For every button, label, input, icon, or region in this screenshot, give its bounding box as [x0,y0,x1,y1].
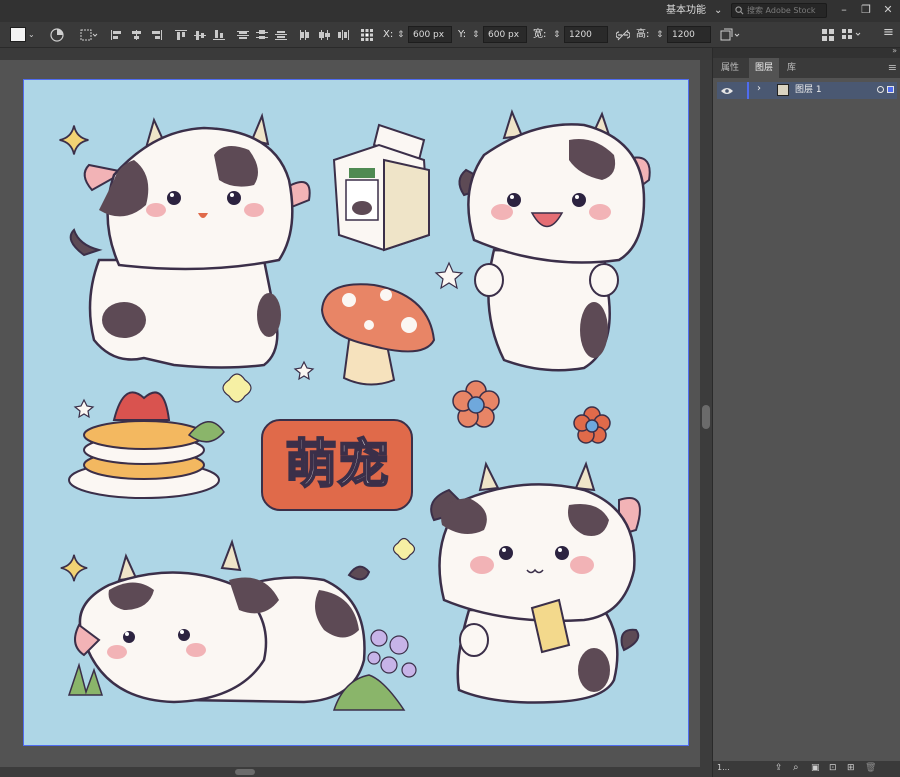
tab-properties[interactable]: 属性 [715,58,745,78]
new-sublayer-icon[interactable]: ⊡ [829,763,837,773]
x-label: X: [383,29,394,40]
collapse-panel-icon[interactable]: » [892,46,897,55]
width-stepper-icon[interactable]: ⇕ [553,26,561,44]
document-tab-strip [0,48,712,60]
milk-carton[interactable] [332,123,431,252]
cow-bottom-left[interactable] [67,538,417,711]
recolor-icon[interactable] [50,26,64,44]
height-label: 高: [636,29,650,40]
align-center-h-icon[interactable] [131,30,143,40]
flower-large[interactable] [452,380,500,428]
layers-panel: » 属性 图层 库 ≡ › 图层 1 1... ⇪ ⌕ ▣ ⊡ ⊞ 🗑 [712,46,900,777]
align-left-icon[interactable] [111,30,123,40]
locate-object-icon[interactable]: ⌕ [793,762,799,773]
flower-small[interactable] [573,406,611,444]
panel-options-icon[interactable] [842,26,864,44]
align-center-v-icon[interactable] [194,30,206,40]
blue-flower-cluster [367,629,417,678]
x-stepper-icon[interactable]: ⇕ [397,26,405,44]
minimize-icon[interactable]: – [832,1,856,19]
horizontal-scroll-thumb[interactable] [235,769,255,775]
align-top-icon[interactable] [175,30,187,40]
align-to-icon[interactable] [80,26,98,44]
trash-icon[interactable]: 🗑 [865,763,876,773]
restore-icon[interactable]: ❐ [854,1,878,19]
layer-row[interactable]: › 图层 1 [717,82,897,99]
sparkles [58,124,90,583]
y-field[interactable]: 600 px [483,26,527,43]
height-stepper-icon[interactable]: ⇕ [656,26,664,44]
panel-header: » [713,46,900,58]
chevron-right-icon[interactable]: › [757,83,761,94]
cow-top-left[interactable] [69,112,311,369]
reference-point-icon[interactable] [360,26,374,44]
panel-tabs: 属性 图层 库 ≡ [713,58,900,78]
title-badge[interactable]: 萌宠 [261,419,413,511]
panel-menu-icon[interactable]: ≡ [888,61,897,74]
distribute-right-icon[interactable] [337,30,349,40]
chevron-down-icon: ⌄ [714,5,723,16]
target-icon[interactable] [877,86,884,93]
arrange-documents-icon[interactable] [822,26,834,44]
control-bar: ⌄ X: ⇕ 600 px Y: ⇕ 600 px 宽: ⇕ 1200 px 高… [0,22,900,56]
width-field[interactable]: 1200 px [564,26,608,56]
distribute-left-icon[interactable] [299,30,311,40]
search-placeholder: 搜索 Adobe Stock [747,6,816,15]
x-field[interactable]: 600 px [408,26,452,43]
close-icon[interactable]: ✕ [876,1,900,19]
stock-search-input[interactable]: 搜索 Adobe Stock [731,3,827,18]
align-bottom-icon[interactable] [213,30,225,40]
workspace-switcher[interactable]: 基本功能 ⌄ [660,2,728,20]
menu-icon[interactable]: ≡ [883,24,894,42]
panel-footer: 1... ⇪ ⌕ ▣ ⊡ ⊞ 🗑 [713,761,900,777]
mushroom[interactable] [320,283,436,386]
title-text: 萌宠 [285,435,389,495]
transform-icon[interactable] [720,26,742,44]
y-label: Y: [458,29,467,40]
vertical-scroll-thumb[interactable] [702,405,710,429]
export-icon[interactable]: ⇪ [775,763,783,773]
new-layer-icon[interactable]: ⊞ [847,763,855,773]
search-icon [735,6,744,15]
layer-name[interactable]: 图层 1 [795,83,822,98]
cow-top-right[interactable] [458,109,651,372]
distribute-bottom-icon[interactable] [275,30,287,40]
cow-bottom-right[interactable] [430,461,641,704]
layer-thumbnail [777,84,789,96]
fill-swatch[interactable] [10,27,26,42]
clipping-mask-icon[interactable]: ▣ [811,763,820,773]
width-label: 宽: [533,29,547,40]
chevron-down-icon[interactable]: ⌄ [28,26,35,44]
height-field[interactable]: 1200 px [667,26,711,56]
constrain-proportions-icon[interactable] [615,26,631,44]
workspace-label: 基本功能 [666,5,706,16]
sticker-artwork[interactable]: 萌宠 [24,80,689,746]
horizontal-scrollbar[interactable] [0,767,712,777]
distribute-center-h-icon[interactable] [318,30,330,40]
align-right-icon[interactable] [150,30,162,40]
eye-icon[interactable] [721,87,733,95]
application-bar: 基本功能 ⌄ 搜索 Adobe Stock – ❐ ✕ [0,0,900,22]
distribute-center-v-icon[interactable] [256,30,268,40]
layer-count: 1... [717,763,730,772]
y-stepper-icon[interactable]: ⇕ [472,26,480,44]
selection-indicator-icon[interactable] [887,86,894,93]
tab-libraries[interactable]: 库 [781,58,802,78]
artboard[interactable]: 萌宠 [23,79,689,746]
distribute-top-icon[interactable] [237,30,249,40]
layer-color-bar [747,82,749,99]
tab-layers[interactable]: 图层 [749,58,780,78]
